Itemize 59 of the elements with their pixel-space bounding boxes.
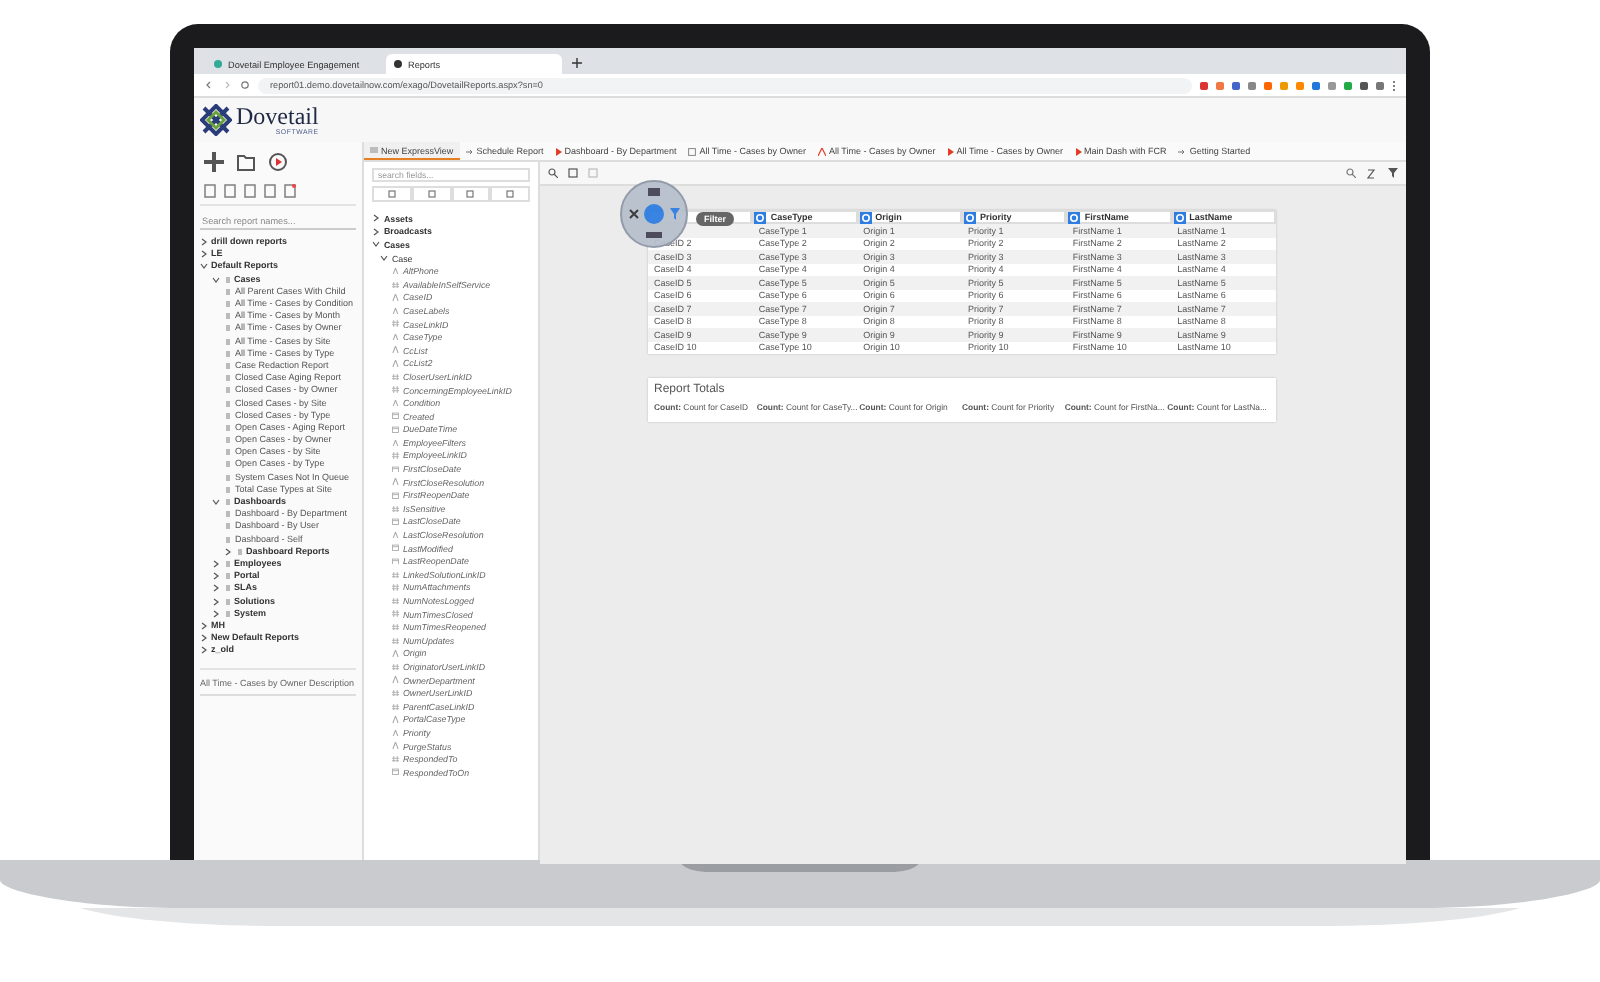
reload-icon[interactable]	[240, 80, 250, 90]
logo-name: Dovetail	[236, 105, 319, 127]
run-icon[interactable]	[268, 152, 288, 172]
collapsed-caret-icon[interactable]	[200, 621, 208, 630]
calendar-icon	[392, 492, 399, 500]
collapsed-caret-icon[interactable]	[212, 572, 220, 581]
collapsed-caret-icon[interactable]	[372, 214, 380, 223]
zoom-icon[interactable]	[548, 168, 558, 178]
gear-icon[interactable]	[859, 211, 872, 223]
field-type-button[interactable]	[411, 186, 451, 202]
filter-icon[interactable]	[1388, 168, 1398, 178]
calendar-icon	[392, 465, 399, 473]
save-icon[interactable]	[568, 168, 578, 178]
collapsed-caret-icon[interactable]	[200, 238, 208, 247]
triangle-icon	[555, 147, 562, 155]
chart-icon	[818, 147, 827, 155]
gear-icon[interactable]	[1173, 211, 1186, 223]
collapsed-caret-icon[interactable]	[224, 547, 232, 556]
expanded-caret-icon[interactable]	[200, 262, 208, 271]
collapsed-caret-icon[interactable]	[212, 609, 220, 618]
radial-menu[interactable]	[620, 180, 688, 248]
expanded-caret-icon[interactable]	[372, 240, 380, 249]
gear-icon[interactable]	[963, 211, 976, 223]
field-type-button[interactable]	[451, 186, 491, 202]
triangle-icon	[947, 147, 954, 155]
back-icon[interactable]	[204, 80, 214, 90]
site-icon	[214, 60, 222, 68]
folder-icon[interactable]	[236, 153, 256, 171]
collapsed-caret-icon[interactable]	[372, 227, 380, 236]
gear-icon[interactable]	[754, 211, 767, 223]
field-type-button[interactable]	[372, 186, 412, 202]
logo-icon	[200, 104, 232, 136]
collapsed-caret-icon[interactable]	[200, 250, 208, 259]
calendar-icon	[392, 544, 399, 552]
site-icon	[394, 60, 402, 68]
grid-icon	[688, 147, 697, 155]
arrow-icon	[1178, 147, 1187, 155]
expanded-caret-icon[interactable]	[212, 498, 220, 507]
calendar-icon	[392, 426, 399, 434]
collapsed-caret-icon[interactable]	[200, 634, 208, 643]
expanded-caret-icon[interactable]	[212, 275, 220, 284]
sort-icon[interactable]	[1366, 167, 1378, 179]
add-icon[interactable]	[204, 152, 224, 172]
collapsed-caret-icon[interactable]	[212, 597, 220, 606]
document-icon[interactable]	[284, 184, 296, 198]
collapsed-caret-icon[interactable]	[200, 646, 208, 655]
new-tab-icon[interactable]	[572, 58, 582, 68]
calendar-icon	[392, 518, 399, 526]
calendar-icon	[392, 557, 399, 565]
expanded-caret-icon[interactable]	[380, 254, 388, 263]
arrow-icon	[465, 147, 474, 155]
triangle-icon	[1075, 147, 1082, 155]
calendar-icon	[392, 768, 399, 776]
collapsed-caret-icon[interactable]	[212, 584, 220, 593]
search-icon[interactable]	[1346, 168, 1356, 178]
collapsed-caret-icon[interactable]	[212, 559, 220, 568]
gear-icon[interactable]	[1068, 211, 1081, 223]
field-type-button[interactable]	[490, 186, 530, 202]
calendar-icon	[392, 412, 399, 420]
